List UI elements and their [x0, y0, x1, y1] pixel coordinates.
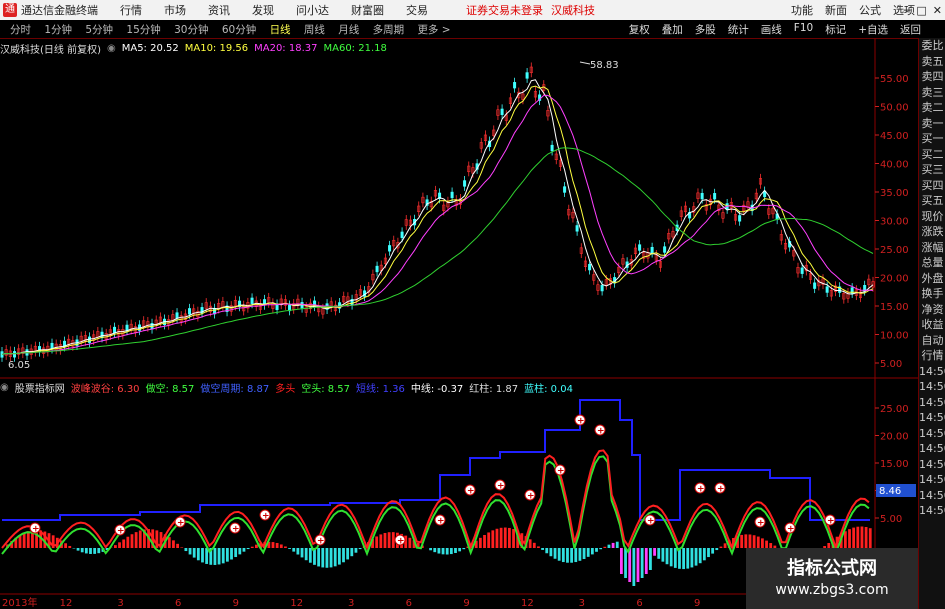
price-axis-tick: 35.00 [880, 188, 909, 199]
right-tab[interactable]: 净资 [919, 302, 945, 318]
price-axis-tick: 5.00 [880, 359, 902, 370]
price-axis-tick: 15.00 [880, 302, 909, 313]
x-axis-tick: 6 [406, 598, 412, 609]
right-tab[interactable]: 14:50 [919, 426, 945, 442]
svg-text:+: + [262, 512, 270, 522]
indicator-value-box-text: 8.46 [879, 486, 901, 497]
right-tab[interactable]: 卖三 [919, 85, 945, 101]
svg-text:+: + [827, 517, 835, 527]
right-tab[interactable]: 14:50 [919, 503, 945, 519]
x-axis-tick: 12 [521, 598, 534, 609]
right-tab[interactable]: 14:50 [919, 410, 945, 426]
x-axis-tick: 2013年 [2, 596, 37, 609]
x-axis-tick: 9 [233, 598, 239, 609]
x-axis-tick: 12 [60, 598, 73, 609]
price-axis-tick: 30.00 [880, 217, 909, 228]
svg-text:+: + [177, 519, 185, 529]
low-price-label: 6.05 [8, 360, 30, 371]
x-axis-tick: 3 [117, 598, 123, 609]
svg-text:+: + [527, 492, 535, 502]
watermark-url: www.zbgs3.com [775, 582, 889, 598]
right-tab[interactable]: 自动 [919, 333, 945, 349]
right-tab[interactable]: 卖一 [919, 116, 945, 132]
right-tab[interactable]: 14:50 [919, 488, 945, 504]
price-axis-tick: 40.00 [880, 160, 909, 171]
price-axis-tick: 10.00 [880, 331, 909, 342]
svg-text:+: + [647, 517, 655, 527]
svg-text:+: + [232, 525, 240, 535]
x-axis-tick: 9 [694, 598, 700, 609]
right-tab[interactable]: 14:50 [919, 379, 945, 395]
right-tab[interactable]: 现价 [919, 209, 945, 225]
price-axis-tick: 55.00 [880, 74, 909, 85]
x-axis-tick: 3 [348, 598, 354, 609]
svg-text:+: + [557, 467, 565, 477]
svg-text:+: + [597, 427, 605, 437]
svg-text:+: + [317, 537, 325, 547]
x-axis-tick: 3 [579, 598, 585, 609]
right-tab[interactable]: 卖四 [919, 69, 945, 85]
price-axis-tick: 50.00 [880, 103, 909, 114]
right-tab[interactable]: 买一 [919, 131, 945, 147]
chart-canvas[interactable]: 55.0050.0045.0040.0035.0030.0025.0020.00… [0, 0, 918, 609]
right-tab[interactable]: 总量 [919, 255, 945, 271]
svg-text:+: + [497, 482, 505, 492]
right-tab[interactable]: 委比 [919, 38, 945, 54]
right-tab[interactable]: 买四 [919, 178, 945, 194]
x-axis-tick: 12 [290, 598, 303, 609]
right-tab[interactable]: 行情 [919, 348, 945, 364]
right-tab[interactable]: 买三 [919, 162, 945, 178]
right-tab[interactable]: 卖二 [919, 100, 945, 116]
right-tab[interactable]: 14:50 [919, 457, 945, 473]
right-tab[interactable]: 买二 [919, 147, 945, 163]
svg-text:+: + [787, 525, 795, 535]
x-axis-tick: 6 [175, 598, 181, 609]
svg-text:+: + [757, 519, 765, 529]
right-tab[interactable]: 涨幅 [919, 240, 945, 256]
price-axis-tick: 20.00 [880, 274, 909, 285]
right-side-tabs: 委比 卖五 卖四 卖三 卖二 卖一 买一 买二 买三 买四 买五 现价 涨跌 涨幅 总量 外盘 换手 净资 收益 自动… [918, 38, 945, 609]
close-icon[interactable]: ✕ [933, 4, 942, 17]
svg-text:+: + [467, 487, 475, 497]
svg-text:+: + [117, 527, 125, 537]
right-tab[interactable]: 14:50 [919, 364, 945, 380]
right-tab[interactable]: 14:50 [919, 395, 945, 411]
right-tab[interactable]: 收益 [919, 317, 945, 333]
indicator-axis-tick: 15.00 [880, 459, 909, 470]
svg-text:+: + [577, 417, 585, 427]
indicator-axis-tick: 5.00 [880, 514, 902, 525]
right-tab[interactable]: 涨跌 [919, 224, 945, 240]
svg-text:+: + [437, 517, 445, 527]
svg-text:+: + [697, 485, 705, 495]
svg-text:+: + [32, 525, 40, 535]
indicator-axis-tick: 25.00 [880, 404, 909, 415]
right-tab[interactable]: 14:50 [919, 441, 945, 457]
right-tab[interactable]: 买五 [919, 193, 945, 209]
svg-text:+: + [717, 485, 725, 495]
watermark-title: 指标公式网 [787, 558, 877, 579]
right-tab[interactable]: 卖五 [919, 54, 945, 70]
x-axis-tick: 6 [636, 598, 642, 609]
indicator-axis-tick: 20.00 [880, 432, 909, 443]
svg-text:+: + [397, 537, 405, 547]
price-axis-tick: 45.00 [880, 131, 909, 142]
price-axis-tick: 25.00 [880, 245, 909, 256]
x-axis-tick: 9 [463, 598, 469, 609]
right-tab[interactable]: 换手 [919, 286, 945, 302]
high-price-label: 58.83 [590, 60, 619, 71]
right-tab[interactable]: 14:50 [919, 472, 945, 488]
watermark: 指标公式网 www.zbgs3.com [746, 548, 918, 609]
right-tab[interactable]: 外盘 [919, 271, 945, 287]
